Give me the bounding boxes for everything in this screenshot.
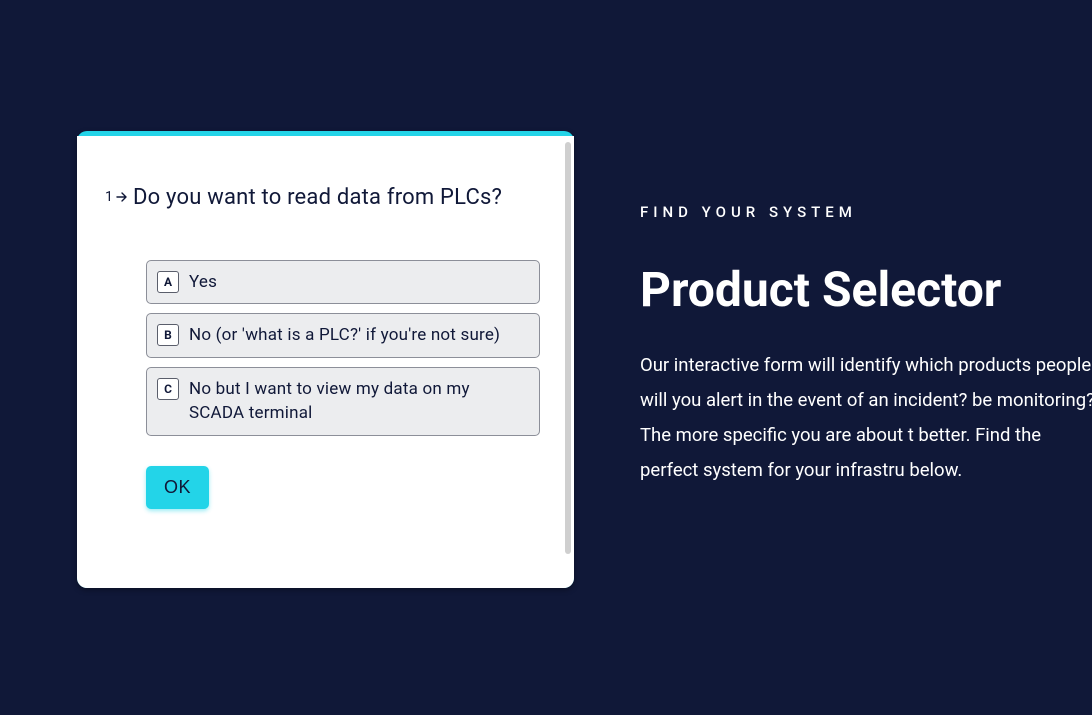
form-card-body: 1 Do you want to read data from PLCs? A … xyxy=(77,136,574,588)
option-key: C xyxy=(157,378,179,400)
question-text: Do you want to read data from PLCs? xyxy=(133,184,502,212)
arrow-right-icon xyxy=(116,192,128,202)
option-key: A xyxy=(157,271,179,293)
option-key: B xyxy=(157,324,179,346)
scrollbar[interactable] xyxy=(565,142,571,554)
eyebrow-text: FIND YOUR SYSTEM xyxy=(640,203,1092,221)
option-b[interactable]: B No (or 'what is a PLC?' if you're not … xyxy=(146,313,540,358)
option-c[interactable]: C No but I want to view my data on my SC… xyxy=(146,367,540,436)
ok-button[interactable]: OK xyxy=(146,466,209,509)
option-label: Yes xyxy=(189,270,217,295)
question-number: 1 xyxy=(105,189,133,205)
option-label: No but I want to view my data on my SCAD… xyxy=(189,377,527,426)
option-label: No (or 'what is a PLC?' if you're not su… xyxy=(189,323,500,348)
body-text: Our interactive form will identify which… xyxy=(640,348,1092,489)
form-card: 1 Do you want to read data from PLCs? A … xyxy=(77,131,574,588)
options-list: A Yes B No (or 'what is a PLC?' if you'r… xyxy=(146,260,540,437)
option-a[interactable]: A Yes xyxy=(146,260,540,305)
info-column: FIND YOUR SYSTEM Product Selector Our in… xyxy=(640,203,1092,489)
question-row: 1 Do you want to read data from PLCs? xyxy=(105,184,540,212)
question-number-text: 1 xyxy=(105,189,113,205)
headline-text: Product Selector xyxy=(640,261,1092,318)
